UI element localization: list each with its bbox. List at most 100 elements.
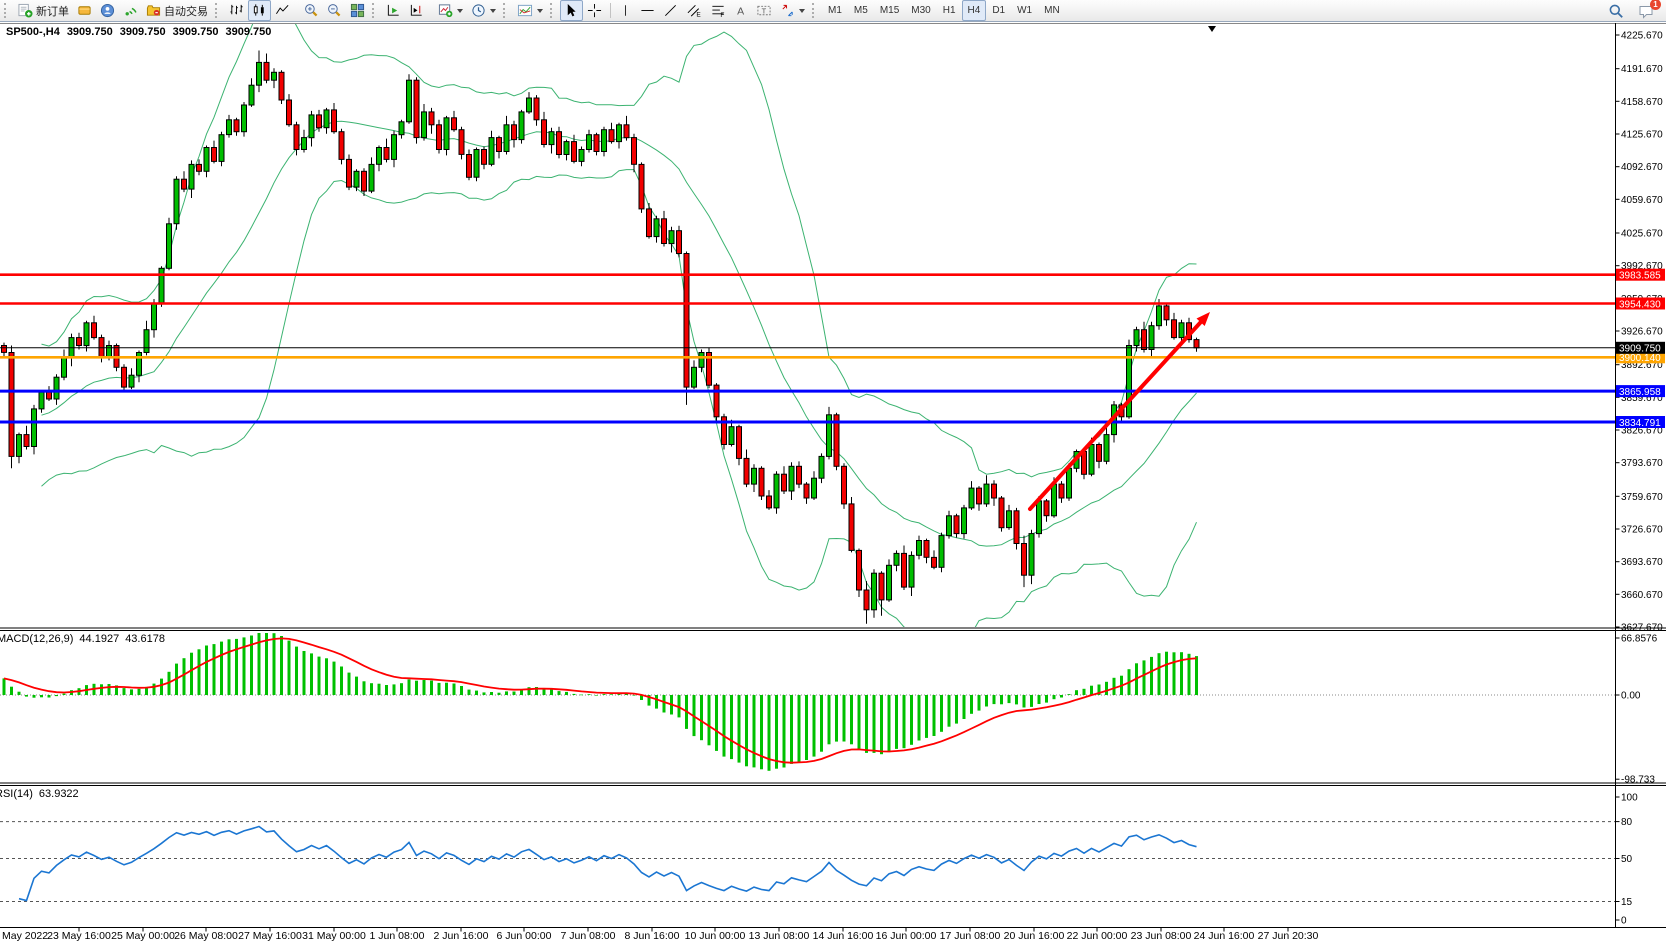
svg-text:4158.670: 4158.670 xyxy=(1621,97,1663,108)
chart-shift-icon xyxy=(409,3,424,18)
macd-title: MACD(12,26,9) xyxy=(0,633,73,645)
svg-text:24 Jun 16:00: 24 Jun 16:00 xyxy=(1194,930,1255,942)
rsi-axis[interactable]: 1008050150 xyxy=(1616,793,1639,927)
tf-button-w1[interactable]: W1 xyxy=(1011,0,1038,21)
notifications-button[interactable]: 1 xyxy=(1634,0,1658,21)
cursor-tool-button[interactable] xyxy=(560,0,583,21)
text-tool-button[interactable]: A xyxy=(730,0,752,21)
autotrade-button[interactable]: 自动交易 xyxy=(142,0,212,21)
svg-text:4125.670: 4125.670 xyxy=(1621,130,1663,141)
svg-text:22 Jun 00:00: 22 Jun 00:00 xyxy=(1067,930,1128,942)
svg-text:4092.670: 4092.670 xyxy=(1621,162,1663,173)
svg-text:E: E xyxy=(696,12,701,18)
svg-text:4191.670: 4191.670 xyxy=(1621,64,1663,75)
svg-text:3759.670: 3759.670 xyxy=(1621,492,1663,503)
zoom-in-button[interactable] xyxy=(300,0,323,21)
svg-text:A: A xyxy=(737,5,744,17)
text-label-tool-button[interactable]: T xyxy=(752,0,776,21)
autotrade-label: 自动交易 xyxy=(164,3,208,19)
community-button[interactable] xyxy=(96,0,119,21)
svg-text:25 May 00:00: 25 May 00:00 xyxy=(111,930,175,942)
line-chart-icon xyxy=(275,3,290,18)
trendline-tool-button[interactable] xyxy=(659,0,682,21)
vertical-line-tool-button[interactable] xyxy=(615,0,636,21)
svg-text:3660.670: 3660.670 xyxy=(1621,590,1663,601)
svg-text:F: F xyxy=(720,12,724,18)
toolbar-grip[interactable] xyxy=(4,3,10,18)
symbol-ohlc-readout: SP500-,H43909.7503909.7503909.7503909.75… xyxy=(6,26,278,38)
line-chart-type-button[interactable] xyxy=(271,0,294,21)
price-axis[interactable]: 4225.670 4191.670 4158.670 4125.670 4092.670… xyxy=(1616,31,1664,634)
svg-text:50: 50 xyxy=(1621,854,1633,865)
crosshair-icon xyxy=(587,3,602,18)
new-order-button[interactable]: 新订单 xyxy=(14,0,73,21)
svg-text:3900.140: 3900.140 xyxy=(1619,353,1661,364)
auto-scroll-button[interactable] xyxy=(382,0,405,21)
tf-button-h1[interactable]: H1 xyxy=(937,0,962,21)
zoom-out-button[interactable] xyxy=(323,0,346,21)
candlesticks xyxy=(2,51,1200,624)
tile-windows-icon xyxy=(350,3,365,18)
time-axis[interactable]: May 202223 May 16:0025 May 00:0026 May 0… xyxy=(2,928,1319,942)
svg-text:23 May 16:00: 23 May 16:00 xyxy=(47,930,111,942)
toolbar-grip[interactable] xyxy=(503,3,509,18)
chart-canvas[interactable]: 4225.670 4191.670 4158.670 4125.670 4092.670… xyxy=(0,23,1666,944)
ohlc-open: 3909.750 xyxy=(67,26,113,38)
search-button[interactable] xyxy=(1604,0,1628,21)
rsi-line xyxy=(19,827,1197,901)
chevron-down-icon xyxy=(537,9,543,13)
person-icon xyxy=(100,3,115,18)
tf-button-mn[interactable]: MN xyxy=(1038,0,1066,21)
new-order-icon xyxy=(18,3,33,18)
bar-chart-type-button[interactable] xyxy=(225,0,248,21)
arrows-icon xyxy=(780,3,795,18)
ohlc-close: 3909.750 xyxy=(225,26,271,38)
rsi-levels xyxy=(0,822,1615,902)
svg-text:16 Jun 00:00: 16 Jun 00:00 xyxy=(876,930,937,942)
svg-text:3865.958: 3865.958 xyxy=(1619,387,1661,398)
fibonacci-tool-button[interactable]: F xyxy=(706,0,730,21)
periods-button[interactable] xyxy=(467,0,500,21)
toolbar-grip[interactable] xyxy=(215,3,221,18)
svg-text:3793.670: 3793.670 xyxy=(1621,458,1663,469)
candlestick-chart-type-button[interactable] xyxy=(248,0,271,21)
toolbar-grip[interactable] xyxy=(812,3,818,18)
equidistant-channel-tool-button[interactable]: E xyxy=(682,0,706,21)
price-labels: 3983.5853954.4303900.1403865.9583834.791… xyxy=(1616,269,1665,429)
fibonacci-icon: F xyxy=(710,3,726,18)
svg-text:4225.670: 4225.670 xyxy=(1621,31,1663,42)
tf-button-m15[interactable]: M15 xyxy=(874,0,905,21)
arrows-tool-button[interactable] xyxy=(776,0,809,21)
level-lines[interactable] xyxy=(0,275,1615,422)
macd-axis[interactable]: 66.85760.00-98.733 xyxy=(1616,634,1658,786)
crosshair-tool-button[interactable] xyxy=(583,0,606,21)
svg-text:3834.791: 3834.791 xyxy=(1619,418,1661,429)
tf-button-d1[interactable]: D1 xyxy=(986,0,1011,21)
mt4-window: 新订单 自动交易 xyxy=(0,0,1666,944)
svg-text:3954.430: 3954.430 xyxy=(1619,299,1661,310)
toolbar-grip[interactable] xyxy=(372,3,378,18)
indicators-button[interactable] xyxy=(513,0,547,21)
tf-button-m5[interactable]: M5 xyxy=(848,0,874,21)
signal-icon xyxy=(123,3,138,18)
svg-text:31 May 00:00: 31 May 00:00 xyxy=(302,930,366,942)
new-chart-button[interactable] xyxy=(434,0,467,21)
tile-windows-button[interactable] xyxy=(346,0,369,21)
svg-text:100: 100 xyxy=(1621,793,1638,804)
tf-button-m30[interactable]: M30 xyxy=(905,0,936,21)
signals-button[interactable] xyxy=(119,0,142,21)
horizontal-line-tool-button[interactable] xyxy=(636,0,659,21)
chart-shift-marker[interactable] xyxy=(1208,26,1216,32)
toolbar-grip[interactable] xyxy=(550,3,556,18)
svg-text:May 2022: May 2022 xyxy=(2,930,48,942)
tf-button-m1[interactable]: M1 xyxy=(822,0,848,21)
chart-shift-button[interactable] xyxy=(405,0,428,21)
trend-arrow[interactable] xyxy=(1030,312,1210,509)
horizontal-line-icon xyxy=(640,3,655,18)
svg-text:10 Jun 00:00: 10 Jun 00:00 xyxy=(685,930,746,942)
bar-chart-icon xyxy=(229,3,244,18)
svg-text:23 Jun 08:00: 23 Jun 08:00 xyxy=(1131,930,1192,942)
svg-text:3693.670: 3693.670 xyxy=(1621,557,1663,568)
market-watch-button[interactable] xyxy=(73,0,96,21)
tf-button-h4[interactable]: H4 xyxy=(962,0,987,21)
